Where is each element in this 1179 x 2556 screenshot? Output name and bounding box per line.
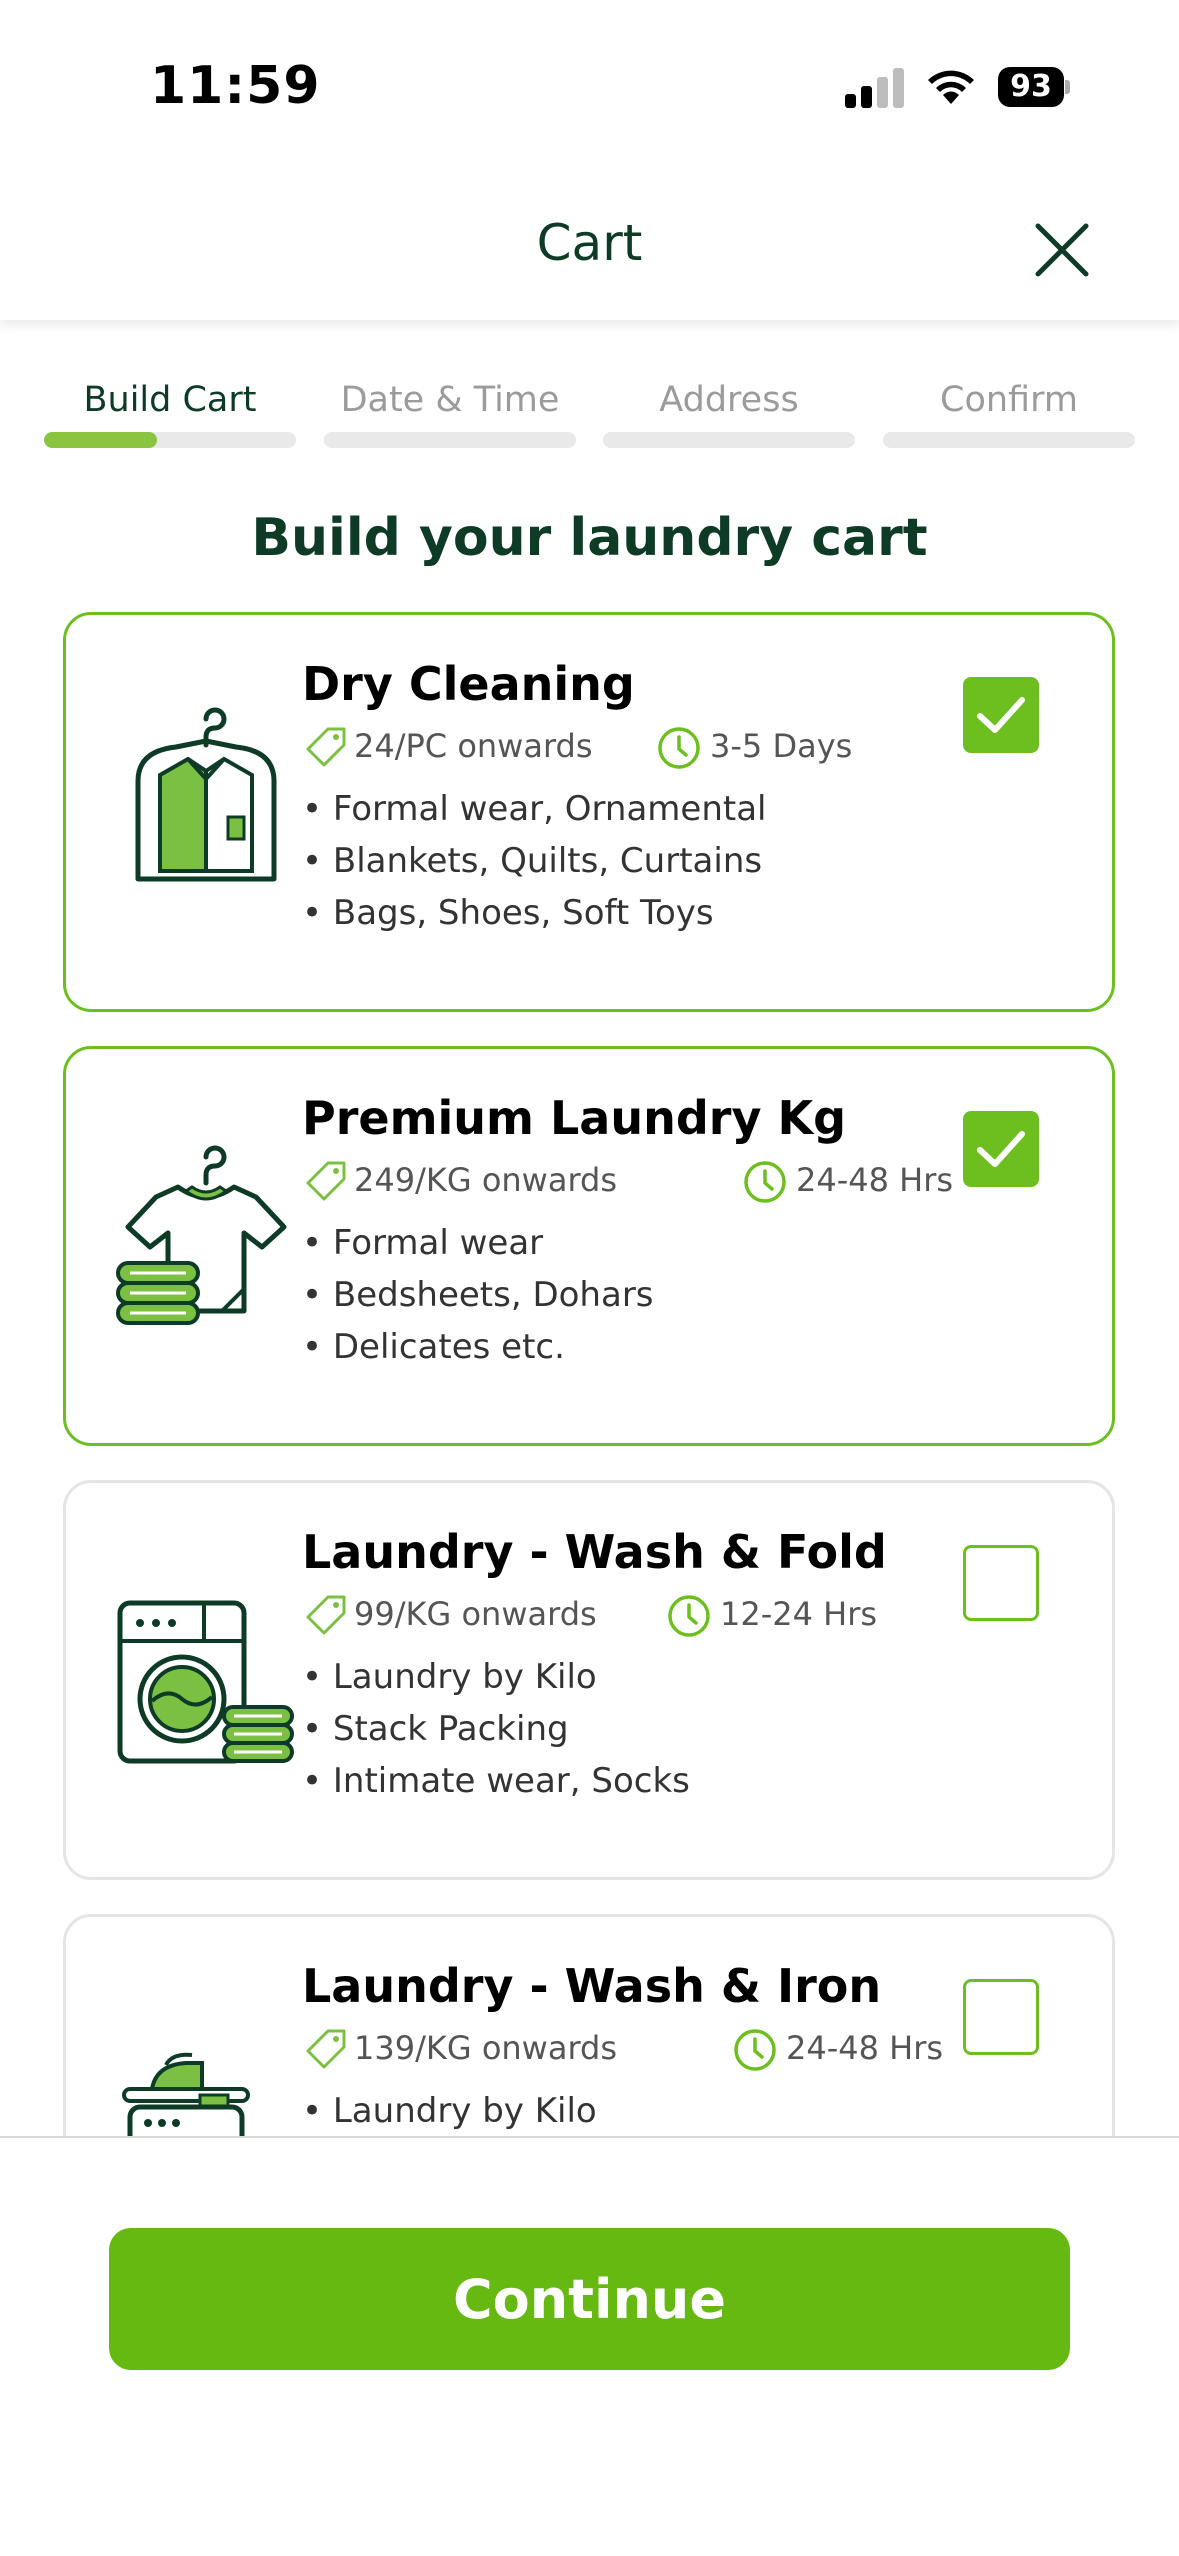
service-title: Laundry - Wash & Fold [302,1525,887,1579]
feature-item: • Stack Packing [302,1709,569,1749]
step-date-time[interactable]: Date & Time [324,380,576,450]
step-track [883,432,1135,448]
service-title: Premium Laundry Kg [302,1091,847,1145]
step-confirm[interactable]: Confirm [883,380,1135,450]
iron-washer-icon [122,2052,250,2136]
service-price: 139/KG onwards [354,2029,618,2067]
step-track [603,432,855,448]
feature-list: • Laundry by Kilo • Stack Packing • Inti… [302,1651,690,1807]
header: Cart [0,170,1179,320]
washing-machine-icon [117,1600,294,1764]
status-time: 11:59 [150,56,321,116]
feature-list: • Formal wear, Ornamental • Blankets, Qu… [302,783,766,939]
clock-icon [668,1595,710,1637]
service-title: Laundry - Wash & Iron [302,1959,882,2013]
step-build-cart[interactable]: Build Cart [44,380,296,450]
battery-icon: 93 [998,67,1070,107]
continue-button[interactable]: Continue [109,2228,1070,2370]
step-label: Confirm [940,380,1078,420]
service-eta: 24-48 Hrs [796,1161,954,1199]
wifi-icon [928,70,974,104]
close-icon[interactable] [1032,220,1092,280]
scroll-area[interactable]: 11:59 93 Cart Build Cart Date & Time Add… [0,0,1179,2136]
service-card-dry-cleaning[interactable]: Dry Cleaning 24/PC onwards 3-5 Days • Fo… [63,612,1115,1012]
tshirt-stack-icon [116,1145,287,1325]
service-title: Dry Cleaning [302,657,635,711]
clock-icon [734,2029,776,2071]
checkmark-icon [977,697,1025,733]
status-bar: 11:59 93 [0,0,1179,170]
select-checkbox[interactable] [963,1111,1039,1187]
price-tag-icon [306,1595,346,1635]
step-progress: Build Cart Date & Time Address Confirm [44,380,1135,450]
step-fill [44,432,158,448]
feature-item: • Laundry by Kilo [302,1657,597,1697]
feature-list: • Laundry by Kilo [302,2085,597,2136]
battery-level: 93 [998,67,1064,107]
service-card-wash-iron[interactable]: Laundry - Wash & Iron 139/KG onwards 24-… [63,1914,1115,2136]
checkmark-icon [977,1131,1025,1167]
page-header-title: Cart [536,214,643,272]
service-price: 249/KG onwards [354,1161,618,1199]
footer: Continue [0,2136,1179,2556]
service-card-wash-fold[interactable]: Laundry - Wash & Fold 99/KG onwards 12-2… [63,1480,1115,1880]
step-label: Build Cart [83,380,257,420]
service-eta: 3-5 Days [710,727,853,765]
select-checkbox[interactable] [963,1979,1039,2055]
feature-item: • Delicates etc. [302,1327,565,1367]
step-address[interactable]: Address [603,380,855,450]
service-card-premium-laundry[interactable]: Premium Laundry Kg 249/KG onwards 24-48 … [63,1046,1115,1446]
page-title: Build your laundry cart [251,508,928,568]
clock-icon [744,1161,786,1203]
step-label: Address [659,380,799,420]
feature-item: • Blankets, Quilts, Curtains [302,841,763,881]
clock-icon [658,727,700,769]
select-checkbox[interactable] [963,1545,1039,1621]
service-price: 24/PC onwards [354,727,593,765]
cellular-signal-icon [845,66,905,108]
feature-item: • Bags, Shoes, Soft Toys [302,893,714,933]
feature-item: • Intimate wear, Socks [302,1761,690,1801]
step-track [44,432,296,448]
service-eta: 12-24 Hrs [720,1595,878,1633]
feature-item: • Formal wear, Ornamental [302,789,767,829]
service-eta: 24-48 Hrs [786,2029,944,2067]
jacket-on-hanger-icon [135,707,277,882]
price-tag-icon [306,1161,346,1201]
feature-item: • Laundry by Kilo [302,2091,597,2131]
select-checkbox[interactable] [963,677,1039,753]
price-tag-icon [306,2029,346,2069]
feature-item: • Bedsheets, Dohars [302,1275,654,1315]
service-price: 99/KG onwards [354,1595,597,1633]
feature-item: • Formal wear [302,1223,544,1263]
feature-list: • Formal wear • Bedsheets, Dohars • Deli… [302,1217,654,1373]
price-tag-icon [306,727,346,767]
step-label: Date & Time [340,380,560,420]
step-track [324,432,576,448]
